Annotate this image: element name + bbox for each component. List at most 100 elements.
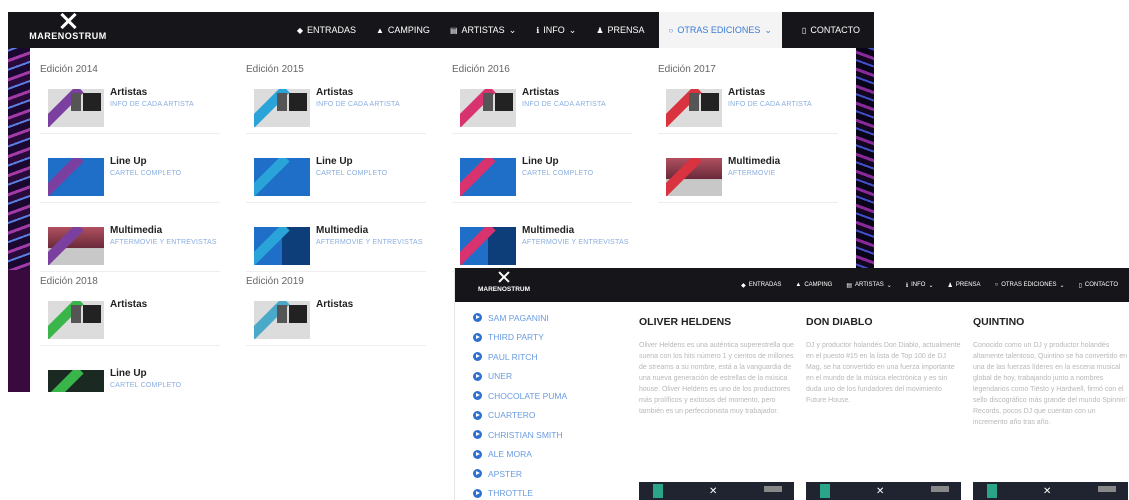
nav-otras-ediciones[interactable]: ○ OTRAS EDICIONES ⌄ (995, 282, 1065, 289)
nav-entradas[interactable]: ◆ ENTRADAS (297, 25, 356, 35)
artist-description: Oliver Heldens es una auténtica superest… (639, 342, 794, 415)
thumbnail-image (460, 89, 516, 127)
list-icon: ▤ (449, 25, 458, 35)
edition-link-multimedia[interactable]: Multimedia AFTERMOVIE Y ENTREVISTAS (40, 225, 220, 272)
brand-logo[interactable]: MARENOSTRUM (473, 271, 535, 293)
nav-otras-ediciones[interactable]: ○ OTRAS EDICIONES ⌄ (658, 12, 782, 48)
artist-list: SAM PAGANINI THIRD PARTY PAUL RITCH UNER… (473, 308, 623, 500)
thumbnail-image (666, 158, 722, 196)
artist-link[interactable]: UNER (473, 367, 623, 387)
artists-page-screenshot: MARENOSTRUM ◆ ENTRADAS ▲ CAMPING ▤ ARTISTAS… (454, 268, 1129, 500)
artist-link[interactable]: CUARTERO (473, 406, 623, 426)
edition-link-artistas[interactable]: Artistas INFO DE CADA ARTISTA (40, 87, 220, 134)
nav-artistas[interactable]: ▤ ARTISTAS ⌄ (846, 282, 892, 289)
thumbnail-image (254, 301, 310, 339)
tent-icon: ▲ (795, 282, 802, 288)
edition-link-artistas[interactable]: Artistas INFO DE CADA ARTISTA (452, 87, 632, 134)
artist-description: DJ y productor holandés Don Diablo, actu… (806, 342, 961, 404)
arrow-right-circle-icon (473, 430, 482, 440)
edition-link-lineup[interactable]: Line Up CARTEL COMPLETO (40, 156, 220, 203)
logo-x-icon (497, 271, 511, 283)
nav-contacto[interactable]: ▯ CONTACTO (1079, 282, 1118, 289)
artist-link[interactable]: APSTER (473, 464, 623, 484)
nav-info[interactable]: ℹ INFO ⌄ (536, 25, 576, 36)
edition-column-2018: Edición 2018 Artistas Line Up CARTEL COM… (40, 276, 220, 392)
thumbnail-image (48, 370, 104, 392)
artist-link[interactable]: THIRD PARTY (473, 328, 623, 348)
artist-link[interactable]: ALE MORA (473, 445, 623, 465)
thumbnail-image (254, 227, 310, 265)
circle-icon: ○ (994, 282, 999, 288)
logo-x-icon: ✕ (1043, 486, 1052, 497)
arrow-right-circle-icon (473, 371, 482, 381)
artist-link[interactable]: SAM PAGANINI (473, 308, 623, 328)
chevron-down-icon: ⌄ (764, 24, 772, 35)
artist-link[interactable]: CHOCOLATE PUMA (473, 386, 623, 406)
nav-entradas[interactable]: ◆ ENTRADAS (741, 282, 781, 289)
chevron-down-icon: ⌄ (568, 24, 577, 35)
artist-promo-image[interactable]: ✕ (639, 482, 794, 500)
nav-prensa[interactable]: ♟ PRENSA (596, 25, 644, 35)
logo-x-icon: ✕ (709, 486, 718, 497)
nav-camping[interactable]: ▲ CAMPING (795, 282, 832, 288)
user-icon: ♟ (596, 25, 604, 35)
thumbnail-image (48, 158, 104, 196)
ticket-icon: ◆ (741, 282, 746, 289)
edition-link-artistas[interactable]: Artistas INFO DE CADA ARTISTA (246, 87, 426, 134)
edition-heading: Edición 2016 (452, 64, 510, 75)
nav-artistas[interactable]: ▤ ARTISTAS ⌄ (450, 25, 516, 36)
edition-link-multimedia[interactable]: Multimedia AFTERMOVIE (658, 156, 838, 203)
artist-promo-image[interactable]: ✕ (806, 482, 961, 500)
edition-link-lineup[interactable]: Line Up CARTEL COMPLETO (40, 368, 220, 392)
edition-column-2016: Edición 2016 Artistas INFO DE CADA ARTIS… (452, 64, 632, 294)
edition-link-artistas[interactable]: Artistas INFO DE CADA ARTISTA (658, 87, 838, 134)
thumbnail-image (48, 89, 104, 127)
ticket-icon: ◆ (296, 25, 303, 35)
edition-link-artistas[interactable]: Artistas (40, 299, 220, 346)
thumbnail-image (48, 301, 104, 339)
artist-link[interactable]: THROTTLE (473, 484, 623, 500)
list-icon: ▤ (846, 282, 852, 289)
chevron-down-icon: ⌄ (1059, 282, 1065, 289)
circle-icon: ○ (668, 25, 674, 35)
edition-column-2017: Edición 2017 Artistas INFO DE CADA ARTIS… (658, 64, 838, 225)
nav-info[interactable]: ℹ INFO ⌄ (906, 282, 934, 289)
edition-column-2014: Edición 2014 Artistas INFO DE CADA ARTIS… (40, 64, 220, 294)
edition-link-multimedia[interactable]: Multimedia AFTERMOVIE Y ENTREVISTAS (452, 225, 632, 272)
nav-camping[interactable]: ▲ CAMPING (376, 25, 430, 35)
arrow-right-circle-icon (473, 313, 482, 323)
thumbnail-image (460, 158, 516, 196)
main-menu: ◆ ENTRADAS ▲ CAMPING ▤ ARTISTAS ⌄ ℹ INFO ⌄ ♟ PR… (277, 12, 860, 48)
arrow-right-circle-icon (473, 449, 482, 459)
edition-heading: Edición 2017 (658, 64, 716, 75)
edition-heading: Edición 2018 (40, 276, 98, 287)
edition-link-lineup[interactable]: Line Up CARTEL COMPLETO (246, 156, 426, 203)
artist-name: QUINTINO (973, 316, 1025, 328)
edition-heading: Edición 2015 (246, 64, 304, 75)
logo-x-icon: ✕ (876, 486, 885, 497)
artist-link[interactable]: PAUL RITCH (473, 347, 623, 367)
thumbnail-image (254, 158, 310, 196)
brand-logo[interactable]: MARENOSTRUM (22, 13, 114, 47)
edition-link-lineup[interactable]: Line Up CARTEL COMPLETO (452, 156, 632, 203)
artist-link[interactable]: CHRISTIAN SMITH (473, 425, 623, 445)
info-icon: ℹ (536, 25, 540, 35)
arrow-right-circle-icon (473, 352, 482, 362)
arrow-right-circle-icon (473, 410, 482, 420)
chevron-down-icon: ⌄ (508, 24, 517, 35)
chevron-down-icon: ⌄ (928, 282, 934, 289)
nav-contacto[interactable]: ▯ CONTACTO (802, 25, 860, 35)
nav-prensa[interactable]: ♟ PRENSA (947, 282, 980, 289)
thumbnail-image (460, 227, 516, 265)
arrow-right-circle-icon (473, 332, 482, 342)
thumbnail-image (254, 89, 310, 127)
phone-icon: ▯ (801, 25, 807, 35)
edition-link-multimedia[interactable]: Multimedia AFTERMOVIE Y ENTREVISTAS (246, 225, 426, 272)
arrow-right-circle-icon (473, 469, 482, 479)
main-menu: ◆ ENTRADAS ▲ CAMPING ▤ ARTISTAS ⌄ ℹ INFO ⌄ ♟ PR… (727, 268, 1118, 302)
edition-link-artistas[interactable]: Artistas (246, 299, 426, 346)
edition-column-2015: Edición 2015 Artistas INFO DE CADA ARTIS… (246, 64, 426, 294)
thumbnail-image (48, 227, 104, 265)
artist-promo-image[interactable]: ✕ (973, 482, 1128, 500)
edition-heading: Edición 2014 (40, 64, 98, 75)
